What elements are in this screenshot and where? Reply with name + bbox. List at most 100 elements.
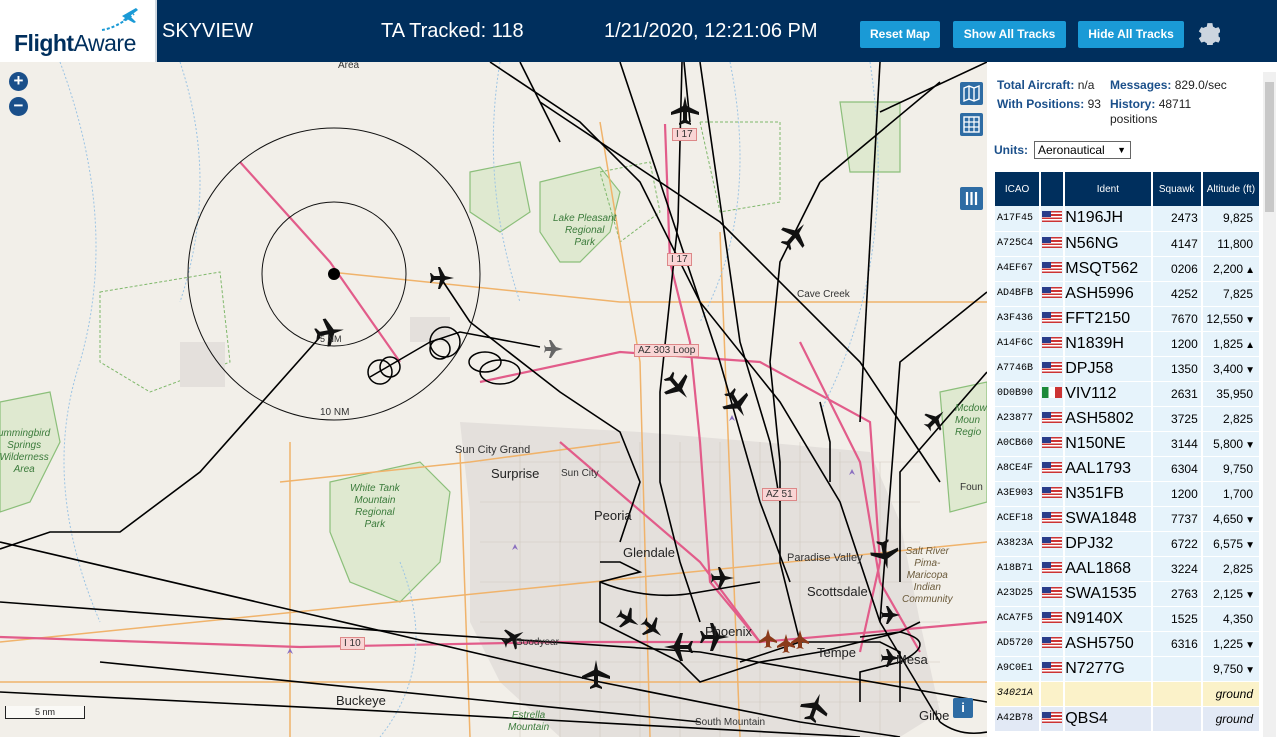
altitude-cell: 5,800 ▼ (1201, 431, 1262, 457)
aircraft-row[interactable]: 34021A ground (995, 681, 1262, 707)
altitude-trend-icon: ▼ (1245, 314, 1255, 326)
flag-cell (1040, 331, 1066, 357)
aircraft-row[interactable]: A0CB60 N150NE 3144 5,800 ▼ (995, 431, 1262, 457)
white-tank-label: White Tank Mountain Regional Park (350, 483, 400, 530)
icao-cell: A14F6C (995, 331, 1042, 357)
ident-cell: N56NG (1064, 231, 1153, 257)
aircraft-row[interactable]: A3F436 FFT2150 7670 12,550 ▼ (995, 306, 1262, 332)
altitude-cell: 11,800 (1201, 231, 1262, 257)
aircraft-row[interactable]: AD4BFB ASH5996 4252 7,825 (995, 281, 1262, 307)
icao-cell: ACA7F5 (995, 606, 1042, 632)
aircraft-row[interactable]: ACEF18 SWA1848 7737 4,650 ▼ (995, 506, 1262, 532)
squawk-cell: 6722 (1151, 531, 1203, 557)
altitude-cell: 6,575 ▼ (1201, 531, 1262, 557)
hwy-51-shield: AZ 51 (762, 488, 797, 501)
altitude-cell: 1,225 ▼ (1201, 631, 1262, 657)
logo-text: FlightAware (14, 30, 136, 56)
reset-map-button[interactable]: Reset Map (860, 21, 940, 48)
fountain-hills-label: Foun (960, 482, 983, 493)
scottsdale-label: Scottsdale (807, 584, 868, 599)
scrollbar-thumb[interactable] (1265, 82, 1274, 212)
altitude-value: 2,825 (1222, 411, 1253, 426)
squawk-cell: 3224 (1151, 556, 1203, 582)
ident-cell: ASH5996 (1064, 281, 1153, 307)
altitude-trend-icon: ▼ (1245, 439, 1255, 451)
columns-toggle-button[interactable] (960, 187, 983, 210)
altitude-trend-icon: ▼ (1245, 589, 1255, 601)
aircraft-row[interactable]: A9C0E1 N7277G 9,750 ▼ (995, 656, 1262, 682)
squawk-cell: 1200 (1151, 331, 1203, 357)
altitude-value: 1,225 (1213, 636, 1244, 651)
altitude-value: 1,700 (1222, 486, 1253, 501)
col-icao[interactable]: ICAO (995, 172, 1042, 206)
squawk-cell (1151, 681, 1203, 707)
hide-all-tracks-button[interactable]: Hide All Tracks (1078, 21, 1184, 48)
aircraft-row[interactable]: A17F45 N196JH 2473 9,825 (995, 206, 1262, 232)
mesa-label: Mesa (896, 652, 928, 667)
aircraft-row[interactable]: A14F6C N1839H 1200 1,825 ▲ (995, 331, 1262, 357)
salt-river-label: Salt River Pima- Maricopa Indian Communi… (902, 546, 953, 605)
grid-toggle-button[interactable] (960, 113, 983, 136)
info-button[interactable]: i (953, 698, 973, 718)
altitude-trend-icon: ▼ (1245, 539, 1255, 551)
map-layers-button[interactable] (960, 82, 983, 105)
altitude-value: 2,125 (1213, 586, 1244, 601)
units-select[interactable]: Aeronautical ▼ (1034, 141, 1131, 159)
aircraft-row[interactable]: A3823A DPJ32 6722 6,575 ▼ (995, 531, 1262, 557)
aircraft-row[interactable]: A3E903 N351FB 1200 1,700 (995, 481, 1262, 507)
aircraft-row[interactable]: A23877 ASH5802 3725 2,825 (995, 406, 1262, 432)
total-aircraft-key: Total Aircraft: (997, 78, 1075, 92)
aircraft-row[interactable]: A23D25 SWA1535 2763 2,125 ▼ (995, 581, 1262, 607)
col-squawk[interactable]: Squawk (1151, 172, 1203, 206)
aircraft-row[interactable]: AD5720 ASH5750 6316 1,225 ▼ (995, 631, 1262, 657)
altitude-value: 2,825 (1222, 561, 1253, 576)
squawk-cell: 3725 (1151, 406, 1203, 432)
altitude-cell: 2,200 ▲ (1201, 256, 1262, 282)
altitude-value: 35,950 (1216, 386, 1253, 401)
squawk-cell: 6316 (1151, 631, 1203, 657)
messages-value: 829.0/sec (1174, 78, 1227, 92)
aircraft-row[interactable]: A4EF67 MSQT562 0206 2,200 ▲ (995, 256, 1262, 282)
altitude-cell: 12,550 ▼ (1201, 306, 1262, 332)
squawk-cell (1151, 706, 1203, 732)
show-all-tracks-button[interactable]: Show All Tracks (953, 21, 1066, 48)
tempe-label: Tempe (817, 645, 857, 660)
aircraft-row[interactable]: A7746B DPJ58 1350 3,400 ▼ (995, 356, 1262, 382)
with-positions-key: With Positions: (997, 97, 1085, 111)
ident-cell: N196JH (1064, 206, 1153, 232)
altitude-value: 9,750 (1213, 661, 1244, 676)
cave-creek-label: Cave Creek (797, 289, 850, 300)
aircraft-row[interactable]: A18B71 AAL1868 3224 2,825 (995, 556, 1262, 582)
flag-cell (1040, 381, 1066, 407)
hwy-303-shield: AZ 303 Loop (634, 344, 700, 357)
aircraft-row[interactable]: ACA7F5 N9140X 1525 4,350 (995, 606, 1262, 632)
ident-cell: SWA1535 (1064, 581, 1153, 607)
altitude-cell: 35,950 (1201, 381, 1262, 407)
map-view[interactable]: Area Cave Creek Sun City Grand Surprise … (0, 62, 987, 737)
us-flag-icon (1042, 311, 1063, 323)
ident-cell: DPJ32 (1064, 531, 1153, 557)
flightaware-logo[interactable]: FlightAware (0, 0, 157, 62)
zoom-in-button[interactable]: + (9, 72, 28, 91)
aircraft-row[interactable]: A725C4 N56NG 4147 11,800 (995, 231, 1262, 257)
altitude-value: 11,800 (1217, 236, 1253, 251)
col-ident[interactable]: Ident (1064, 172, 1153, 206)
settings-gear-icon[interactable] (1194, 19, 1220, 45)
mexico-flag-icon (1042, 386, 1063, 398)
col-altitude[interactable]: Altitude (ft) (1201, 172, 1262, 206)
aircraft-row[interactable]: A42B78 QBS4 ground (995, 706, 1262, 732)
icao-cell: A4EF67 (995, 256, 1042, 282)
grid-icon (963, 116, 980, 133)
south-mountain-label: South Mountain (695, 717, 766, 728)
altitude-value: 12,550 (1206, 311, 1244, 326)
col-flag[interactable] (1040, 172, 1066, 206)
hwy-i10-shield: I 10 (340, 637, 365, 650)
units-selected-value: Aeronautical (1038, 143, 1105, 157)
ident-cell: VIV112 (1064, 381, 1153, 407)
aircraft-row[interactable]: A8CE4F AAL1793 6304 9,750 (995, 456, 1262, 482)
map-scale: 5 nm (5, 706, 85, 719)
zoom-out-button[interactable]: − (9, 97, 28, 116)
us-flag-icon (1042, 711, 1063, 723)
aircraft-row[interactable]: 0D0B90 VIV112 2631 35,950 (995, 381, 1262, 407)
flag-cell (1040, 206, 1066, 232)
